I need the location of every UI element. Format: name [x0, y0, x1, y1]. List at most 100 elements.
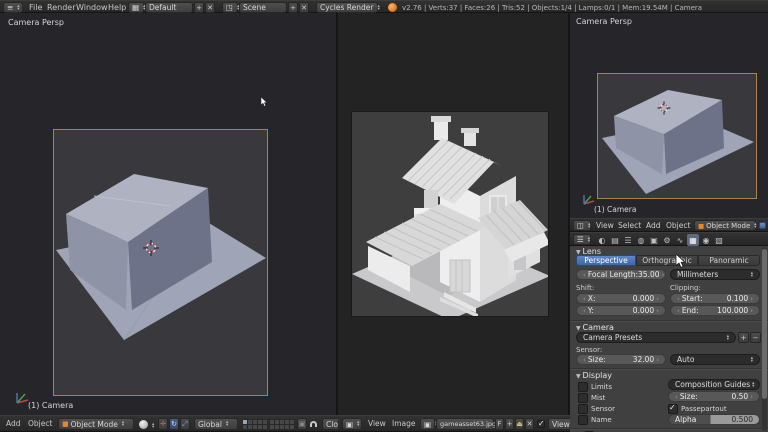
modifiers-tab-icon[interactable]: ∿ — [674, 234, 686, 246]
image-name-field[interactable]: gameasset63.jpg — [436, 418, 496, 430]
snap-target-select[interactable]: Closest — [322, 418, 338, 430]
object-data-tab-icon[interactable]: ▦ — [687, 234, 699, 246]
unlink-image-button[interactable]: ✕ — [525, 418, 534, 430]
constraints-tab-icon[interactable]: ⚙ — [661, 234, 673, 246]
mouse-cursor — [676, 254, 687, 269]
view3d-editor-type-button[interactable]: ◫ — [573, 220, 591, 231]
screen-delete-button[interactable]: ✕ — [205, 2, 215, 13]
sensor-fit-select[interactable]: Auto — [670, 354, 760, 365]
properties-scrollbar-thumb[interactable] — [762, 249, 767, 399]
render-tab-icon[interactable]: ◐ — [596, 234, 608, 246]
scene-delete-button[interactable]: ✕ — [299, 2, 309, 13]
mode-select-right[interactable]: ■ Object Mode — [694, 220, 756, 231]
new-image-button[interactable]: + — [505, 418, 514, 430]
screen-add-button[interactable]: + — [194, 2, 204, 13]
snap-magnet-icon[interactable] — [310, 421, 317, 427]
menu-render[interactable]: Render — [47, 3, 75, 12]
manipulator-scale-button[interactable]: ⤢ — [180, 418, 190, 430]
menu-view-right[interactable]: View — [596, 221, 614, 230]
screen-name: Default — [149, 3, 177, 12]
menu-add[interactable]: Add — [6, 419, 21, 428]
name-row[interactable]: Name — [578, 415, 612, 425]
layers-group-1[interactable] — [242, 419, 268, 430]
clip-end-field[interactable]: End: 100.000 — [670, 305, 760, 316]
mist-row[interactable]: Mist — [578, 393, 605, 403]
tab-perspective[interactable]: Perspective — [576, 255, 636, 266]
sensor-checkbox[interactable] — [578, 404, 588, 414]
display-panel-header[interactable]: Display — [576, 371, 613, 380]
render-engine-select[interactable]: Cycles Render — [316, 2, 378, 13]
pin-toggle[interactable] — [537, 419, 545, 428]
shift-x-field[interactable]: X: 0.000 — [576, 293, 666, 304]
menu-view-image-editor[interactable]: View — [368, 419, 386, 428]
scene-browse-button[interactable]: ◳ — [222, 2, 238, 13]
viewport-left[interactable]: Camera Persp (1) Camera — [0, 13, 338, 415]
image-editor-area[interactable] — [338, 13, 570, 415]
sensor-row[interactable]: Sensor — [578, 404, 615, 414]
texture-tab-icon[interactable]: ▧ — [713, 234, 725, 246]
clip-start-field[interactable]: Start: 0.100 — [670, 293, 760, 304]
sensor-size-field[interactable]: Size: 32.00 — [576, 354, 666, 365]
scene-tab-icon[interactable]: ☰ — [622, 234, 634, 246]
editor-type-button[interactable]: ≡ — [3, 2, 23, 13]
menu-window[interactable]: Window — [76, 3, 108, 12]
fake-user-button[interactable]: F — [495, 418, 504, 430]
scene-add-button[interactable]: + — [288, 2, 298, 13]
menu-object[interactable]: Object — [28, 419, 52, 428]
camera-presets-select[interactable]: Camera Presets — [576, 332, 736, 343]
manipulator-translate-button[interactable]: ✛ — [158, 418, 168, 430]
alpha-slider[interactable]: Alpha 0.500 — [668, 414, 760, 425]
menu-image[interactable]: Image — [392, 419, 416, 428]
limits-label: Limits — [591, 383, 612, 391]
passepartout-size-field[interactable]: Size: 0.50 — [668, 391, 760, 402]
menu-file[interactable]: File — [29, 3, 42, 12]
world-tab-icon[interactable]: ◍ — [635, 234, 647, 246]
display-channel-select[interactable]: View — [548, 418, 570, 430]
preset-remove-button[interactable]: − — [750, 332, 761, 343]
open-image-button[interactable]: ⏏ — [515, 418, 524, 430]
tab-panoramic[interactable]: Panoramic — [698, 255, 760, 266]
shading-dropdown-arrow[interactable] — [152, 423, 154, 429]
tab-orthographic[interactable]: Orthographic — [636, 255, 698, 266]
object-tab-icon[interactable]: ▣ — [648, 234, 660, 246]
scene-name-field[interactable]: Scene — [239, 2, 287, 13]
passepartout-checkbox[interactable] — [668, 403, 678, 414]
focal-length-field[interactable]: Focal Length: 35.00 — [576, 269, 666, 280]
object-mode-cube-icon: ■ — [62, 420, 69, 428]
image-editor-type-button[interactable]: ▣ — [342, 418, 362, 430]
blender-logo — [388, 3, 397, 12]
viewport-right[interactable]: Camera Persp (1) Camera — [570, 13, 768, 218]
render-layers-tab-icon[interactable]: ▤ — [609, 234, 621, 246]
engine-name: Cycles Render — [320, 3, 374, 12]
menu-object-right[interactable]: Object — [666, 221, 690, 230]
layers-group-2[interactable] — [269, 419, 295, 430]
screen-name-field[interactable]: Default — [145, 2, 193, 13]
render-toggle-button[interactable] — [759, 222, 766, 229]
image-browse-button[interactable]: ▣ — [420, 418, 435, 430]
lock-to-scene-icon[interactable]: ▣ — [297, 418, 307, 430]
limits-row[interactable]: Limits — [578, 382, 612, 392]
camera-panel-header[interactable]: Camera — [576, 323, 614, 332]
properties-editor-type-button[interactable]: ☰ — [573, 234, 591, 245]
viewport-shading-icon[interactable] — [139, 420, 148, 429]
properties-scrollbar[interactable] — [762, 247, 767, 431]
material-tab-icon[interactable]: ◉ — [700, 234, 712, 246]
shift-y-field[interactable]: Y: 0.000 — [576, 305, 666, 316]
menu-select-right[interactable]: Select — [618, 221, 641, 230]
sensor-cb-label: Sensor — [591, 405, 615, 413]
mode-select-left[interactable]: ■ Object Mode — [58, 418, 134, 430]
panel-separator-1 — [570, 320, 768, 321]
name-checkbox[interactable] — [578, 415, 588, 425]
menu-help[interactable]: Help — [108, 3, 126, 12]
preset-add-button[interactable]: + — [738, 332, 749, 343]
transform-orientation-select[interactable]: Global — [194, 418, 238, 430]
composition-guides-select[interactable]: Composition Guides — [668, 379, 760, 390]
menu-add-right[interactable]: Add — [646, 221, 661, 230]
passepartout-row[interactable]: Passepartout — [668, 403, 727, 414]
mist-checkbox[interactable] — [578, 393, 588, 403]
lens-unit-select[interactable]: Millimeters — [670, 269, 760, 280]
limits-checkbox[interactable] — [578, 382, 588, 392]
screen-browse-button[interactable]: ▦ — [128, 2, 144, 13]
mouse-cursor-secondary — [261, 97, 268, 107]
manipulator-rotate-button[interactable]: ↻ — [169, 418, 179, 430]
